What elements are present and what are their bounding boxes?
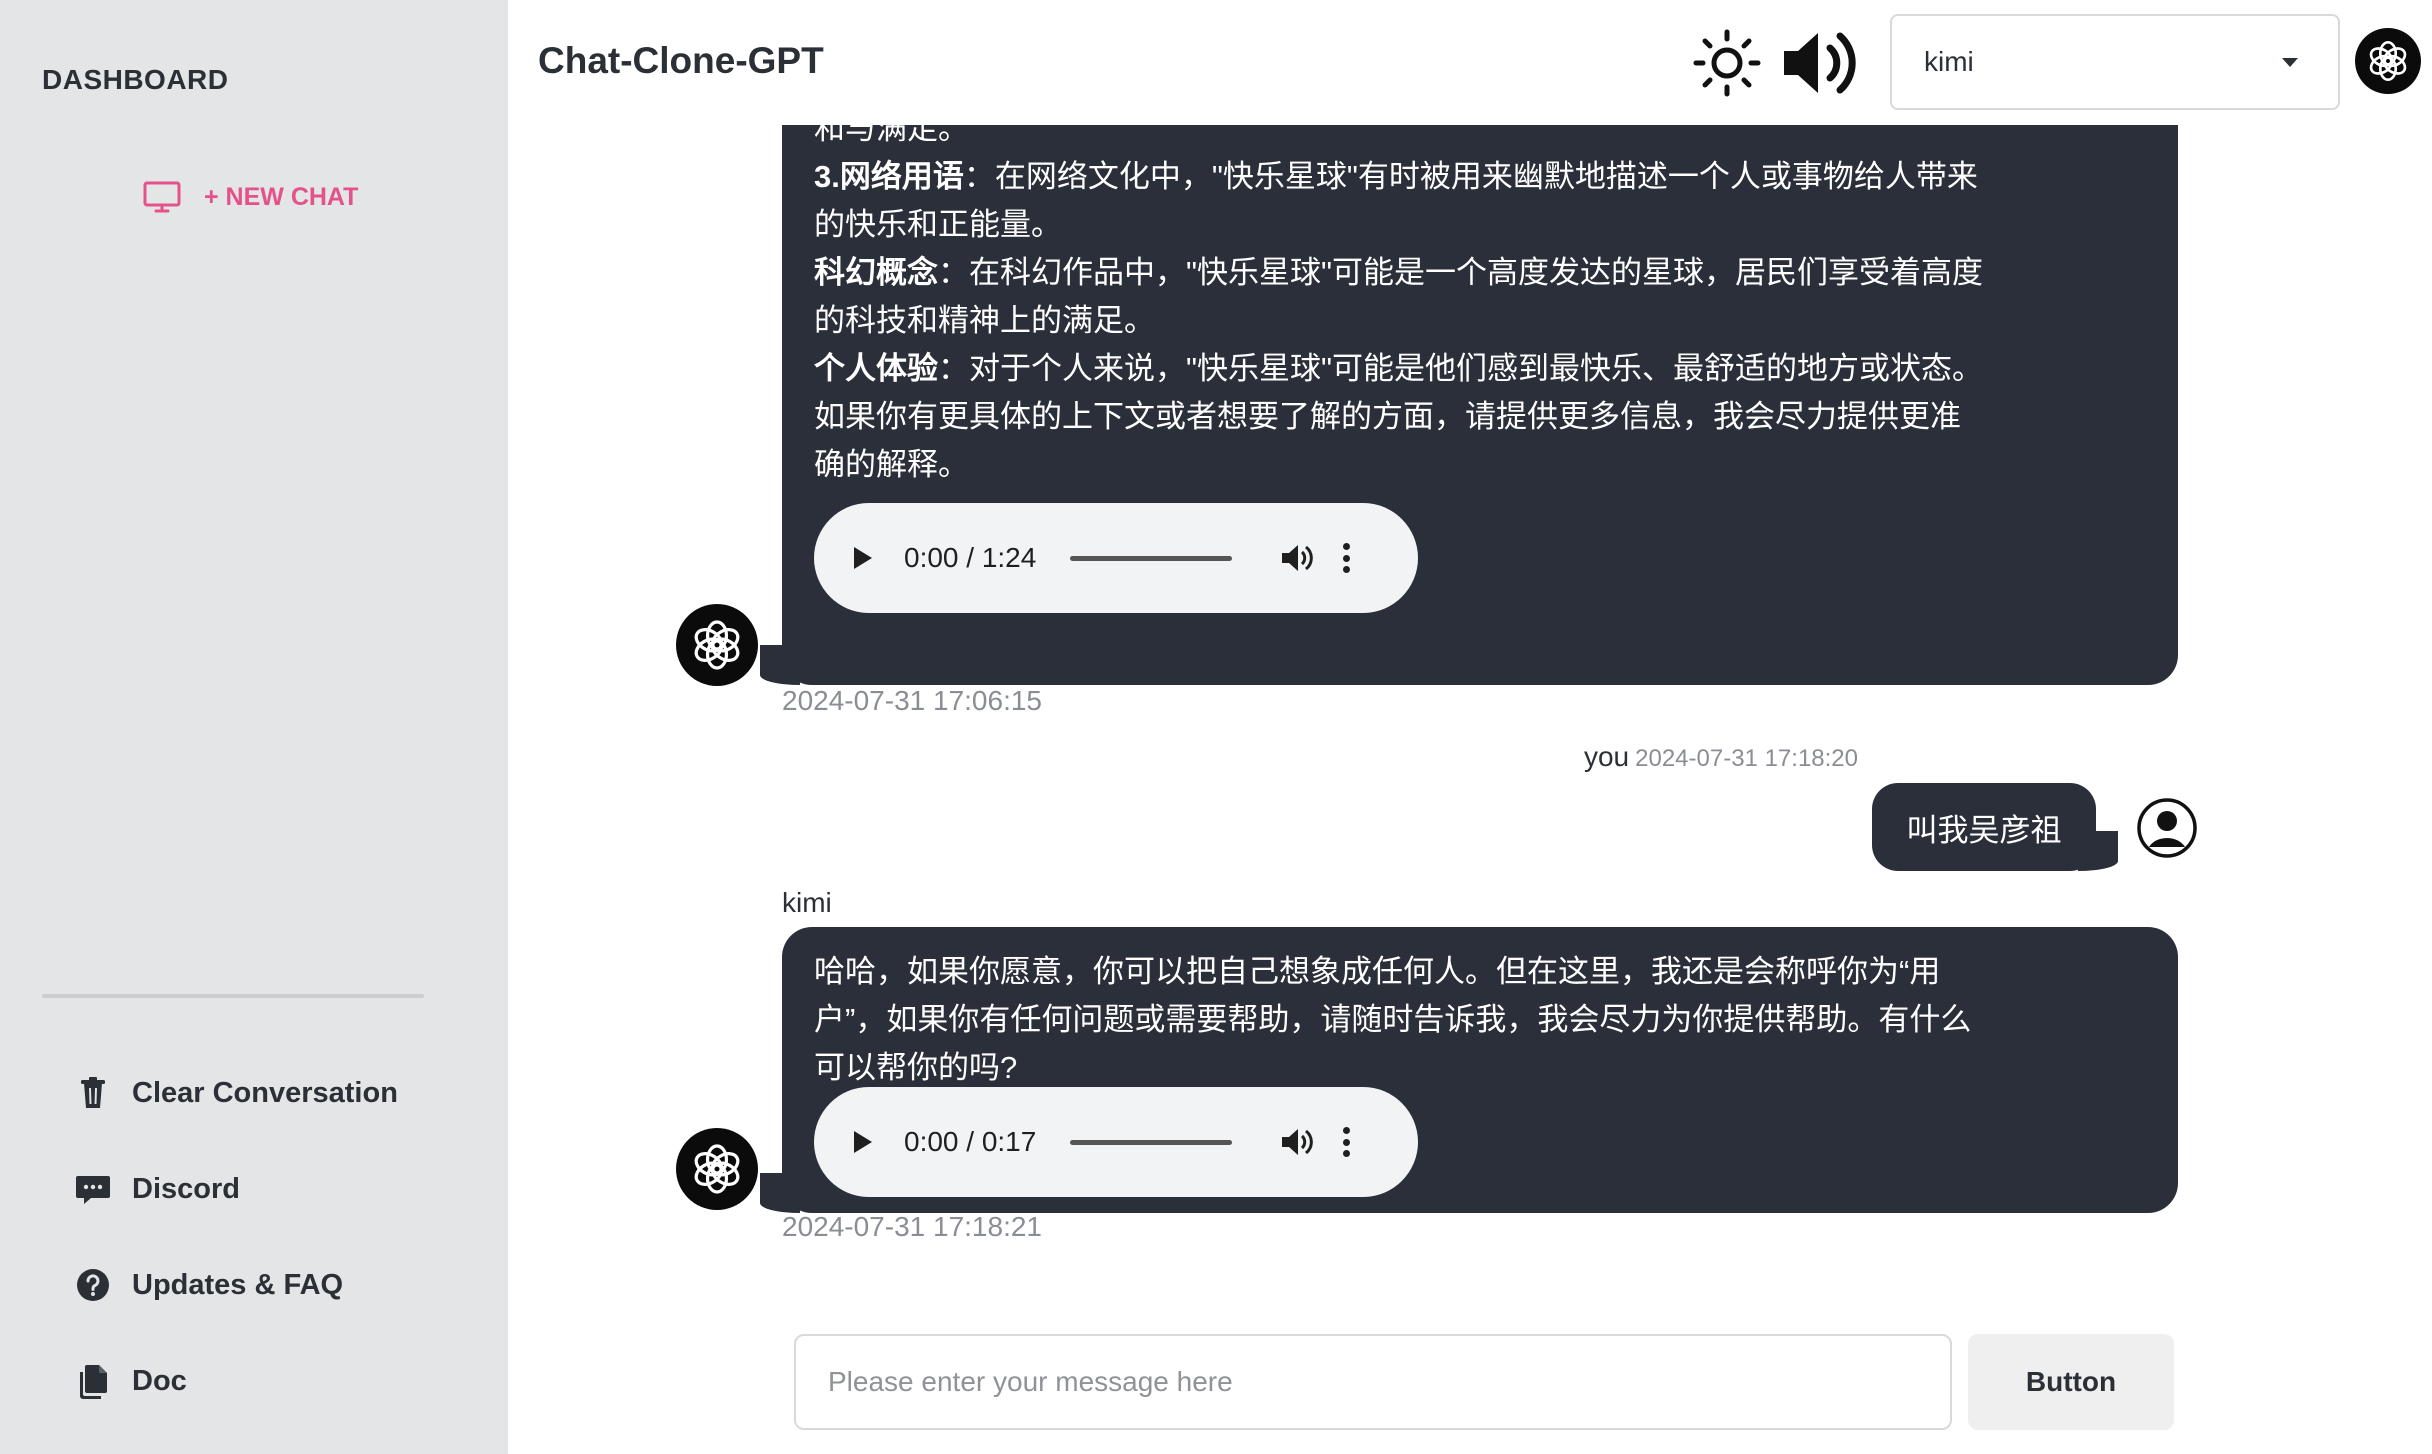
play-icon[interactable] bbox=[854, 547, 872, 569]
sender-name: you bbox=[1583, 741, 1630, 772]
send-button[interactable]: Button bbox=[1968, 1334, 2174, 1430]
audio-time: 0:00 / 1:24 bbox=[904, 542, 1037, 573]
sidebar-item-discord[interactable]: Discord bbox=[74, 1164, 240, 1214]
question-circle-icon bbox=[74, 1266, 112, 1304]
play-icon[interactable] bbox=[854, 1131, 872, 1153]
message-line: 和与满足。 bbox=[814, 125, 969, 146]
message-input[interactable] bbox=[794, 1334, 1952, 1430]
sidebar-item-label: Clear Conversation bbox=[132, 1076, 398, 1109]
audio-player[interactable]: 0:00 / 0:17 bbox=[814, 1087, 1418, 1197]
header: Chat-Clone-GPT kimi bbox=[508, 0, 2432, 125]
volume-icon[interactable] bbox=[1280, 542, 1314, 574]
bubble-tail bbox=[760, 645, 800, 685]
openai-logo-icon bbox=[2355, 28, 2421, 94]
chat-area: 和与满足。 3.网络用语：在网络文化中，"快乐星球"有时被用来幽默地描述一个人或… bbox=[508, 125, 2432, 1325]
user-message-meta: you 2024-07-31 17:18:20 bbox=[1584, 741, 1858, 773]
more-options-icon[interactable] bbox=[1342, 543, 1350, 573]
sidebar-item-clear-conversation[interactable]: Clear Conversation bbox=[74, 1068, 398, 1118]
openai-logo-icon bbox=[694, 1144, 740, 1194]
monitor-icon bbox=[143, 181, 181, 213]
model-select-value: kimi bbox=[1924, 46, 1974, 77]
audio-progress-slider[interactable] bbox=[1070, 1139, 1233, 1145]
message-line: 3.网络用语：在网络文化中，"快乐星球"有时被用来幽默地描述一个人或事物给人带来 bbox=[814, 159, 1978, 194]
app-title: Chat-Clone-GPT bbox=[538, 40, 824, 81]
bot-message-bubble: 哈哈，如果你愿意，你可以把自己想象成任何人。但在这里，我还是会称呼你为“用 户”… bbox=[760, 927, 2178, 1213]
new-chat-button[interactable]: + NEW CHAT bbox=[142, 176, 358, 218]
bot-message-bubble: 和与满足。 3.网络用语：在网络文化中，"快乐星球"有时被用来幽默地描述一个人或… bbox=[760, 125, 2178, 685]
bubble-tail bbox=[2078, 831, 2118, 871]
audio-time: 0:00 / 0:17 bbox=[904, 1126, 1037, 1157]
sidebar-item-doc[interactable]: Doc bbox=[74, 1356, 187, 1406]
sun-icon[interactable] bbox=[1692, 28, 1762, 98]
sidebar: DASHBOARD + NEW CHAT Clear Conversation … bbox=[0, 0, 508, 1454]
message-line: 确的解释。 bbox=[814, 447, 969, 482]
new-chat-label: + NEW CHAT bbox=[204, 182, 359, 211]
sender-name: kimi bbox=[782, 887, 832, 918]
message-line: 的科技和精神上的满足。 bbox=[814, 303, 1155, 338]
user-avatar-icon bbox=[2136, 797, 2198, 859]
user-message-bubble: 叫我吴彦祖 bbox=[1872, 783, 2118, 871]
message-line: 哈哈，如果你愿意，你可以把自己想象成任何人。但在这里，我还是会称呼你为“用 bbox=[814, 954, 1941, 989]
message-line: 的快乐和正能量。 bbox=[814, 207, 1062, 242]
chevron-down-icon bbox=[2282, 57, 2298, 67]
user-message-text: 叫我吴彦祖 bbox=[1906, 812, 2062, 848]
audio-player[interactable]: 0:00 / 1:24 bbox=[814, 503, 1418, 613]
message-timestamp: 2024-07-31 17:06:15 bbox=[782, 685, 1042, 716]
more-options-icon[interactable] bbox=[1342, 1127, 1350, 1157]
openai-logo-icon bbox=[694, 620, 740, 670]
speaker-icon[interactable] bbox=[1780, 26, 1860, 100]
app: DASHBOARD + NEW CHAT Clear Conversation … bbox=[0, 0, 2432, 1454]
sidebar-divider bbox=[42, 994, 424, 998]
model-select[interactable]: kimi bbox=[1890, 14, 2340, 110]
dashboard-title: DASHBOARD bbox=[42, 64, 229, 95]
message-line: 科幻概念：在科幻作品中，"快乐星球"可能是一个高度发达的星球，居民们享受着高度 bbox=[814, 255, 1984, 290]
trash-icon bbox=[74, 1074, 112, 1112]
documents-icon bbox=[74, 1362, 112, 1400]
chat-bubble-icon bbox=[74, 1170, 112, 1208]
bot-avatar bbox=[676, 1128, 758, 1210]
sidebar-item-label: Doc bbox=[132, 1364, 187, 1397]
message-line: 户”，如果你有任何问题或需要帮助，请随时告诉我，我会尽力为你提供帮助。有什么 bbox=[814, 1002, 1972, 1037]
message-timestamp: 2024-07-31 17:18:20 bbox=[1635, 745, 1858, 772]
volume-icon[interactable] bbox=[1280, 1126, 1314, 1158]
sidebar-item-label: Discord bbox=[132, 1172, 240, 1205]
message-line: 如果你有更具体的上下文或者想要了解的方面，请提供更多信息，我会尽力提供更准 bbox=[814, 399, 1961, 434]
message-timestamp: 2024-07-31 17:18:21 bbox=[782, 1211, 1042, 1242]
bot-avatar bbox=[676, 604, 758, 686]
sidebar-item-updates-faq[interactable]: Updates & FAQ bbox=[74, 1260, 343, 1310]
message-line: 可以帮你的吗? bbox=[814, 1050, 1018, 1085]
sidebar-item-label: Updates & FAQ bbox=[132, 1268, 344, 1301]
bubble-tail bbox=[760, 1173, 800, 1213]
message-line: 个人体验：对于个人来说，"快乐星球"可能是他们感到最快乐、最舒适的地方或状态。 bbox=[814, 351, 1984, 386]
audio-progress-slider[interactable] bbox=[1070, 555, 1233, 561]
